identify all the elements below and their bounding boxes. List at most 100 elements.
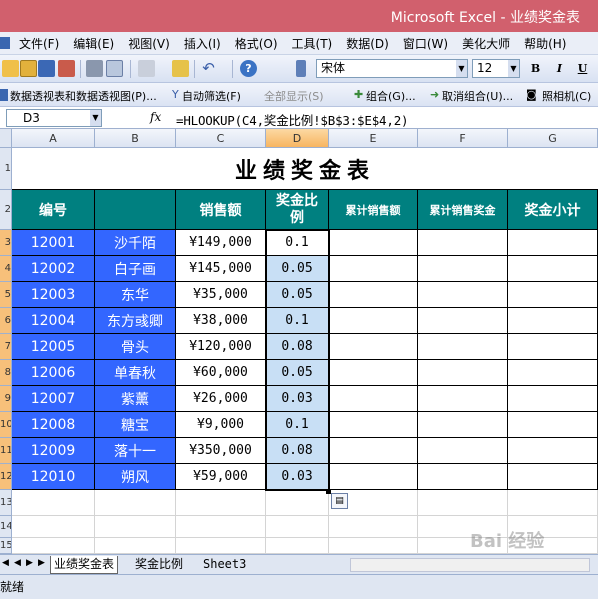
column-header-a[interactable]: A [12, 129, 95, 148]
menu-help[interactable]: 帮助(H) [517, 35, 573, 52]
cell-name[interactable]: 东方彧卿 [95, 308, 176, 334]
cell-bonus-subtotal[interactable] [508, 230, 598, 256]
cell-bonus-subtotal[interactable] [508, 464, 598, 490]
cell-cum-bonus[interactable] [418, 256, 508, 282]
cell-name[interactable]: 东华 [95, 282, 176, 308]
first-sheet-icon[interactable]: ◀ [2, 558, 9, 568]
empty-cell[interactable] [266, 538, 329, 554]
cell-cum-bonus[interactable] [418, 464, 508, 490]
empty-cell[interactable] [329, 516, 418, 538]
last-sheet-icon[interactable]: ▶ [38, 558, 45, 568]
font-size-select[interactable]: 12 ▼ [472, 59, 520, 78]
cell-ratio[interactable]: 0.1 [266, 412, 329, 438]
empty-cell[interactable] [418, 538, 508, 554]
empty-cell[interactable] [176, 538, 266, 554]
row-header[interactable]: 10 [0, 412, 12, 438]
name-box[interactable]: D3 ▼ [6, 109, 102, 127]
tab-sheet3[interactable]: Sheet3 [200, 556, 249, 574]
cell-ratio[interactable]: 0.05 [266, 360, 329, 386]
row-header[interactable]: 13 [0, 490, 12, 516]
cell-bonus-subtotal[interactable] [508, 412, 598, 438]
cell-id[interactable]: 12008 [12, 412, 95, 438]
toolbar-options-icon[interactable] [296, 60, 306, 77]
bold-button[interactable]: B [527, 60, 544, 77]
print-preview-icon[interactable] [106, 60, 123, 77]
ungroup-button[interactable]: 取消组合(U)... [442, 88, 513, 104]
empty-cell[interactable] [12, 538, 95, 554]
cell-sales[interactable]: ¥145,000 [176, 256, 266, 282]
chevron-down-icon[interactable]: ▼ [456, 60, 467, 77]
horizontal-scrollbar[interactable] [350, 558, 590, 572]
column-header-e[interactable]: E [329, 129, 418, 148]
cell-id[interactable]: 12007 [12, 386, 95, 412]
cell-cum-bonus[interactable] [418, 438, 508, 464]
cell-cum-sales[interactable] [329, 412, 418, 438]
row-header[interactable]: 5 [0, 282, 12, 308]
cell-cum-bonus[interactable] [418, 360, 508, 386]
format-painter-icon[interactable] [172, 60, 189, 77]
row-header[interactable]: 7 [0, 334, 12, 360]
cell-ratio[interactable]: 0.1 [266, 308, 329, 334]
cell-name[interactable]: 落十一 [95, 438, 176, 464]
cell-cum-sales[interactable] [329, 360, 418, 386]
cell-cum-sales[interactable] [329, 282, 418, 308]
new-icon[interactable] [2, 60, 19, 77]
row-header[interactable]: 1 [0, 148, 12, 190]
menu-data[interactable]: 数据(D) [339, 35, 396, 52]
header-name[interactable] [95, 190, 176, 230]
next-sheet-icon[interactable]: ▶ [26, 558, 33, 568]
empty-cell[interactable] [95, 516, 176, 538]
italic-button[interactable]: I [551, 60, 568, 77]
cell-ratio[interactable]: 0.05 [266, 282, 329, 308]
select-all-corner[interactable] [0, 129, 12, 148]
header-cum-bonus[interactable]: 累计销售奖金 [418, 190, 508, 230]
cell-ratio[interactable]: 0.08 [266, 334, 329, 360]
row-header[interactable]: 2 [0, 190, 12, 230]
sheet-title[interactable]: 业绩奖金表 [12, 148, 598, 190]
cell-sales[interactable]: ¥120,000 [176, 334, 266, 360]
print-icon[interactable] [86, 60, 103, 77]
column-header-f[interactable]: F [418, 129, 508, 148]
empty-cell[interactable] [266, 490, 329, 516]
cell-id[interactable]: 12002 [12, 256, 95, 282]
column-header-c[interactable]: C [176, 129, 266, 148]
cell-cum-sales[interactable] [329, 230, 418, 256]
cell-name[interactable]: 紫薰 [95, 386, 176, 412]
show-all-button[interactable]: 全部显示(S) [264, 88, 324, 104]
cell-bonus-subtotal[interactable] [508, 256, 598, 282]
excel-app-icon[interactable] [0, 37, 10, 49]
cell-cum-sales[interactable] [329, 464, 418, 490]
cell-sales[interactable]: ¥35,000 [176, 282, 266, 308]
menu-format[interactable]: 格式(O) [228, 35, 285, 52]
cell-sales[interactable]: ¥149,000 [176, 230, 266, 256]
cell-name[interactable]: 糖宝 [95, 412, 176, 438]
cell-cum-bonus[interactable] [418, 230, 508, 256]
tab-sheet2[interactable]: 奖金比例 [132, 556, 186, 574]
empty-cell[interactable] [508, 516, 598, 538]
menu-file[interactable]: 文件(F) [12, 35, 66, 52]
tab-sheet1[interactable]: 业绩奖金表 [50, 556, 119, 574]
empty-cell[interactable] [508, 538, 598, 554]
empty-cell[interactable] [95, 538, 176, 554]
header-id[interactable]: 编号 [12, 190, 95, 230]
cell-cum-bonus[interactable] [418, 282, 508, 308]
menu-view[interactable]: 视图(V) [121, 35, 177, 52]
paste-icon[interactable] [138, 60, 155, 77]
cell-id[interactable]: 12005 [12, 334, 95, 360]
row-header[interactable]: 14 [0, 516, 12, 538]
cell-bonus-subtotal[interactable] [508, 438, 598, 464]
camera-button[interactable]: 照相机(C) [542, 88, 591, 104]
column-header-g[interactable]: G [508, 129, 598, 148]
cell-bonus-subtotal[interactable] [508, 386, 598, 412]
row-header[interactable]: 6 [0, 308, 12, 334]
empty-cell[interactable] [12, 516, 95, 538]
cell-name[interactable]: 朔风 [95, 464, 176, 490]
cell-sales[interactable]: ¥26,000 [176, 386, 266, 412]
cell-id[interactable]: 12006 [12, 360, 95, 386]
cell-cum-bonus[interactable] [418, 412, 508, 438]
row-header[interactable]: 12 [0, 464, 12, 490]
empty-cell[interactable] [12, 490, 95, 516]
cell-id[interactable]: 12010 [12, 464, 95, 490]
cell-id[interactable]: 12004 [12, 308, 95, 334]
cell-cum-sales[interactable] [329, 386, 418, 412]
